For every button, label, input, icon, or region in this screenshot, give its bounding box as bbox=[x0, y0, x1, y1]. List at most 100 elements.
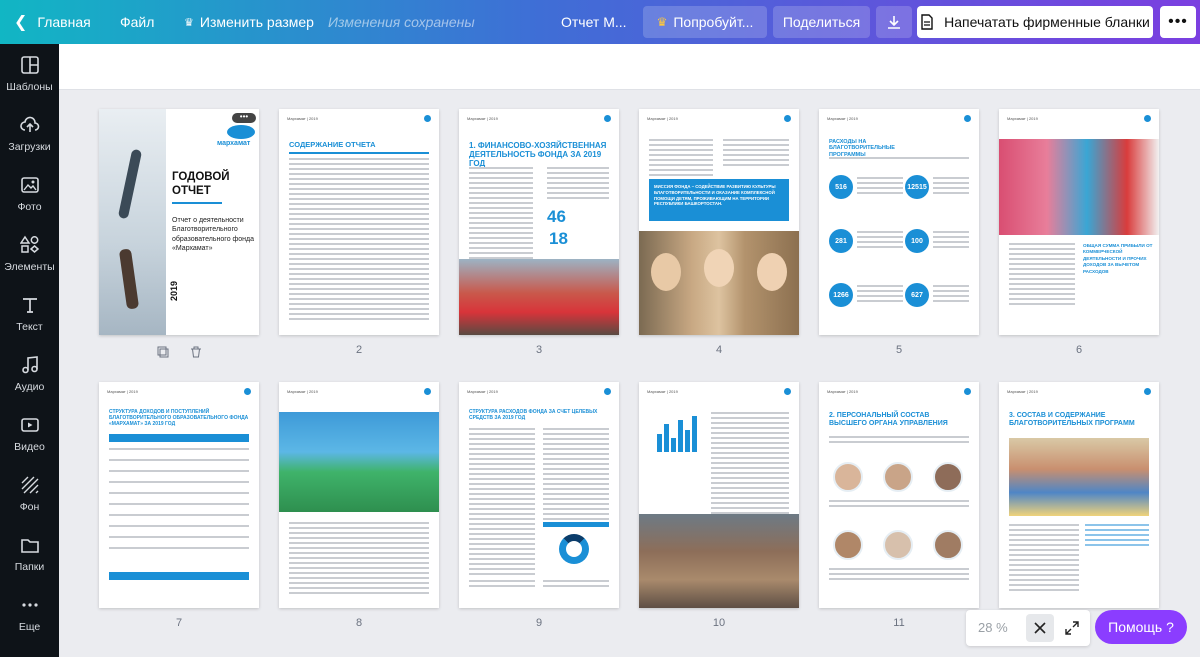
page-marker bbox=[1144, 115, 1151, 122]
page-marker bbox=[424, 115, 431, 122]
sidebar-item-photos[interactable]: Фото bbox=[0, 164, 59, 224]
sidebar-item-uploads[interactable]: Загрузки bbox=[0, 104, 59, 164]
page-thumbnail-5[interactable]: Мархамат | 2019 РАСХОДЫ НА БЛАГОТВОРИТЕЛ… bbox=[819, 109, 979, 335]
sidebar-item-audio[interactable]: Аудио bbox=[0, 344, 59, 404]
print-label: Напечатать фирменные бланки bbox=[944, 14, 1150, 30]
try-pro-button[interactable]: ♛ Попробуйт... bbox=[643, 6, 767, 38]
chart-label-bar bbox=[543, 522, 609, 527]
page-thumbnail-10[interactable]: Мархамат | 2019 bbox=[639, 382, 799, 608]
page-header: Мархамат | 2019 bbox=[827, 116, 858, 121]
cover-subtitle: Отчет о деятельности Благотворительного … bbox=[172, 217, 255, 253]
stat-text bbox=[857, 285, 903, 305]
page-thumbnail-7[interactable]: Мархамат | 2019 СТРУКТУРА ДОХОДОВ И ПОСТ… bbox=[99, 382, 259, 608]
page-options-button[interactable]: ••• bbox=[232, 113, 256, 123]
page-marker bbox=[784, 388, 791, 395]
page-header: Мархамат | 2019 bbox=[827, 389, 858, 394]
avatar bbox=[833, 462, 863, 492]
page-marker bbox=[604, 388, 611, 395]
page-number: 10 bbox=[712, 617, 726, 629]
grid-view-close-button[interactable] bbox=[1026, 614, 1054, 642]
text-column-right bbox=[547, 167, 609, 202]
sidebar-item-folders[interactable]: Папки bbox=[0, 524, 59, 584]
top-bar: ❮ Главная Файл ♛ Изменить размер Изменен… bbox=[0, 0, 1200, 44]
sidebar-label: Аудио bbox=[14, 381, 45, 393]
page-number: 9 bbox=[535, 617, 543, 629]
download-icon bbox=[888, 16, 900, 29]
templates-icon bbox=[20, 56, 39, 74]
page-header: Мархамат | 2019 bbox=[287, 116, 318, 121]
download-button[interactable] bbox=[876, 6, 912, 38]
folder-icon bbox=[20, 539, 39, 553]
delete-page-icon[interactable] bbox=[190, 345, 202, 363]
sidebar-label: Фото bbox=[17, 201, 42, 213]
kids-classroom-photo bbox=[1009, 438, 1149, 516]
sidebar-item-elements[interactable]: Элементы bbox=[0, 224, 59, 284]
page-thumbnail-3[interactable]: Мархамат | 2019 1. ФИНАНСОВО-ХОЗЯЙСТВЕНН… bbox=[459, 109, 619, 335]
page-thumbnail-8[interactable]: Мархамат | 2019 bbox=[279, 382, 439, 608]
sidebar-label: Элементы bbox=[4, 261, 55, 273]
title-rule bbox=[289, 152, 429, 154]
page-number: 5 bbox=[895, 344, 903, 356]
share-button[interactable]: Поделиться bbox=[773, 6, 870, 38]
sidebar: Шаблоны Загрузки Фото Элементы Текст Ауд… bbox=[0, 44, 59, 657]
page-thumbnail-1[interactable]: ••• мархамат ГОДОВОЙ ОТЧЕТ Отчет о деяте… bbox=[99, 109, 259, 335]
sidebar-label: Фон bbox=[19, 501, 40, 513]
duplicate-page-icon[interactable] bbox=[157, 345, 169, 363]
background-icon bbox=[21, 476, 38, 494]
zoom-controls: 28 % bbox=[966, 610, 1090, 646]
page-thumbnail-2[interactable]: Мархамат | 2019 СОДЕРЖАНИЕ ОТЧЕТА bbox=[279, 109, 439, 335]
stat-number: 18 bbox=[549, 229, 568, 248]
title-rule bbox=[172, 202, 222, 204]
home-label: Главная bbox=[37, 14, 91, 30]
print-button[interactable]: Напечатать фирменные бланки bbox=[917, 6, 1153, 38]
sidebar-item-video[interactable]: Видео bbox=[0, 404, 59, 464]
zoom-level[interactable]: 28 % bbox=[978, 620, 1008, 635]
resize-button[interactable]: ♛ Изменить размер bbox=[184, 0, 314, 44]
page-thumbnail-9[interactable]: Мархамат | 2019 СТРУКТУРА РАСХОДОВ ФОНДА… bbox=[459, 382, 619, 608]
page-header: Мархамат | 2019 bbox=[107, 389, 138, 394]
page-thumbnail-6[interactable]: Мархамат | 2019 ОБЩАЯ СУММА ПРИБЫЛИ ОТ К… bbox=[999, 109, 1159, 335]
sidebar-item-more[interactable]: Еще bbox=[0, 584, 59, 644]
page-header: Мархамат | 2019 bbox=[287, 389, 318, 394]
page-title: РАСХОДЫ НА БЛАГОТВОРИТЕЛЬНЫЕ ПРОГРАММЫ bbox=[829, 139, 895, 158]
logo-mark bbox=[227, 125, 255, 139]
text-column-left bbox=[649, 139, 713, 184]
elements-icon bbox=[19, 235, 39, 253]
sidebar-item-text[interactable]: Текст bbox=[0, 284, 59, 344]
more-options-button[interactable]: ••• bbox=[1160, 6, 1196, 38]
more-icon: ••• bbox=[1168, 13, 1188, 30]
text-icon bbox=[22, 298, 37, 313]
file-menu[interactable]: Файл bbox=[120, 0, 154, 44]
stat-text bbox=[857, 177, 903, 197]
sidebar-label: Папки bbox=[14, 561, 45, 573]
close-icon bbox=[1034, 622, 1046, 634]
page-title: 3. СОСТАВ И СОДЕРЖАНИЕ БЛАГОТВОРИТЕЛЬНЫХ… bbox=[1009, 412, 1135, 428]
sidebar-label: Текст bbox=[16, 321, 43, 333]
page-title: 1. ФИНАНСОВО-ХОЗЯЙСТВЕННАЯ ДЕЯТЕЛЬНОСТЬ … bbox=[469, 141, 607, 169]
children-playing-photo bbox=[639, 514, 799, 608]
page-number: 3 bbox=[535, 344, 543, 356]
text-column-right bbox=[1085, 524, 1149, 549]
volunteers-photo bbox=[999, 139, 1159, 235]
page-thumbnail-11[interactable]: Мархамат | 2019 2. ПЕРСОНАЛЬНЫЙ СОСТАВ В… bbox=[819, 382, 979, 608]
page-thumbnail-12[interactable]: Мархамат | 2019 3. СОСТАВ И СОДЕРЖАНИЕ Б… bbox=[999, 382, 1159, 608]
cover-year: 2019 bbox=[169, 280, 179, 301]
page-number: 2 bbox=[355, 344, 363, 356]
page-number: 6 bbox=[1075, 344, 1083, 356]
team-photo bbox=[279, 412, 439, 512]
avatar bbox=[883, 462, 913, 492]
stat-circle: 281 bbox=[829, 229, 853, 253]
stat-text bbox=[933, 231, 969, 251]
home-button[interactable]: ❮ Главная bbox=[14, 0, 91, 44]
sidebar-item-templates[interactable]: Шаблоны bbox=[0, 44, 59, 104]
intro-lines bbox=[829, 157, 969, 162]
text-column-right bbox=[723, 139, 789, 169]
sidebar-item-background[interactable]: Фон bbox=[0, 464, 59, 524]
cover-photo bbox=[99, 109, 166, 335]
fullscreen-button[interactable] bbox=[1058, 614, 1086, 642]
page-thumbnail-4[interactable]: Мархамат | 2019 МИССИЯ ФОНДА – СОДЕЙСТВИ… bbox=[639, 109, 799, 335]
text-lines bbox=[289, 522, 429, 597]
help-button[interactable]: Помощь ? bbox=[1095, 610, 1187, 644]
document-title[interactable]: Отчет М... bbox=[561, 0, 627, 44]
expand-icon bbox=[1065, 621, 1079, 635]
